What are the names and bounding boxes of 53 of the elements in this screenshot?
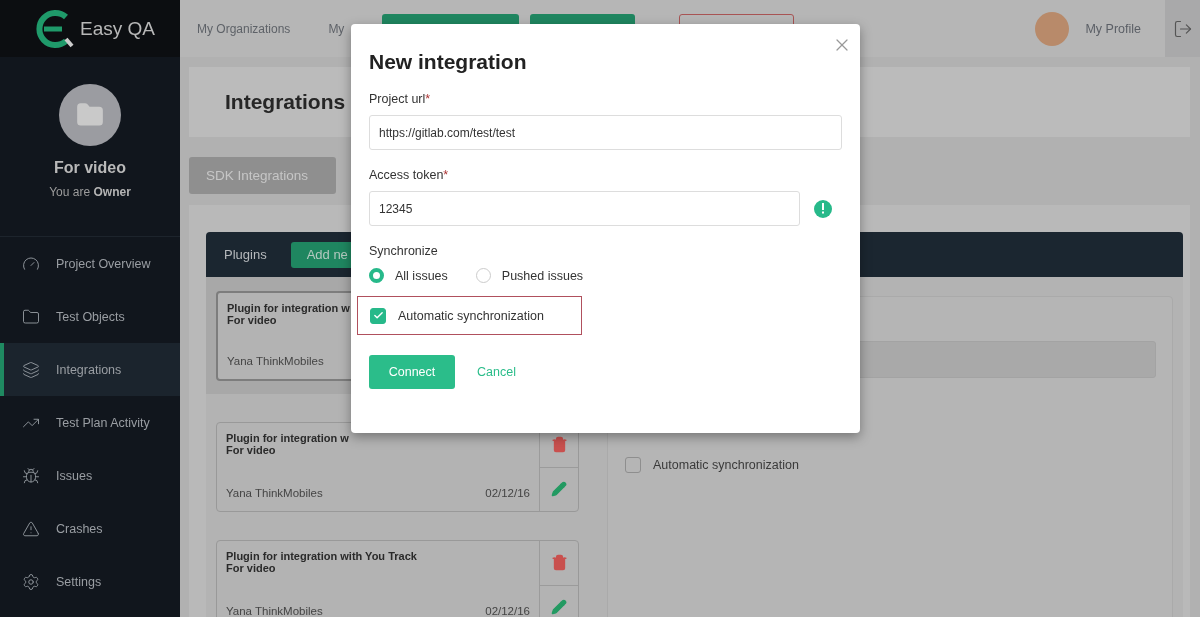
nav-item[interactable]: Test Objects xyxy=(0,290,180,343)
radio-button[interactable] xyxy=(369,268,384,283)
folder-icon xyxy=(22,307,40,326)
check-icon xyxy=(372,310,384,321)
plugin-date: 02/12/16 xyxy=(485,487,530,499)
plugin-author: Yana ThinkMobiles xyxy=(226,605,323,617)
plugin-title: Plugin for integration w xyxy=(227,302,350,314)
radio-label: All issues xyxy=(395,268,448,283)
radio-label: Pushed issues xyxy=(501,268,584,283)
bug-icon xyxy=(22,466,40,485)
plugin-date: 02/12/16 xyxy=(485,605,530,617)
warning-icon xyxy=(22,519,40,538)
nav-item[interactable]: Settings xyxy=(0,555,180,608)
trash-icon[interactable] xyxy=(550,554,568,572)
plugin-card[interactable]: Plugin for integration with You Track For video Yana ThinkMobiles 02/12/16 xyxy=(216,540,579,617)
project-role: You are Owner xyxy=(49,185,131,199)
input-field[interactable]: https://gitlab.com/test/test xyxy=(369,115,842,150)
field-label: Access token* xyxy=(369,168,450,182)
logo-text: Easy QA xyxy=(80,17,155,40)
plugin-title: Plugin for integration w xyxy=(226,432,349,444)
pencil-icon[interactable] xyxy=(551,599,567,616)
page-title: Integrations xyxy=(225,90,346,114)
nav-item[interactable]: Integrations xyxy=(0,343,180,396)
input-field[interactable]: 12345 xyxy=(369,191,800,226)
logout-icon xyxy=(1172,18,1193,39)
trash-icon[interactable] xyxy=(550,436,568,454)
plugin-title: Plugin for integration with You Track xyxy=(226,550,417,562)
plugin-project: For video xyxy=(226,562,276,574)
checkbox[interactable] xyxy=(370,307,386,324)
field-label: Project url* xyxy=(369,92,432,106)
plugin-project: For video xyxy=(226,444,276,456)
alert-icon xyxy=(814,199,832,218)
avatar[interactable] xyxy=(1035,11,1070,46)
project-name: For video xyxy=(54,159,126,177)
checkbox[interactable] xyxy=(625,457,641,473)
checkbox-label: Automatic synchronization xyxy=(653,458,799,472)
modal-title: New integration xyxy=(369,50,528,74)
plugin-project: For video xyxy=(227,314,277,326)
nav-item[interactable]: Test Plan Activity xyxy=(0,396,180,449)
plugins-title: Plugins xyxy=(224,247,267,262)
plugin-author: Yana ThinkMobiles xyxy=(226,487,323,499)
sync-label: Synchronize xyxy=(369,244,439,258)
plugin-card[interactable]: Plugin for integration w For video Yana ThinkMobiles 02/12/16 xyxy=(216,422,579,512)
logout-button[interactable] xyxy=(1165,0,1200,57)
gauge-icon xyxy=(22,254,40,273)
pencil-icon[interactable] xyxy=(551,481,567,498)
settings-icon xyxy=(22,572,40,591)
nav-item[interactable]: Project Overview xyxy=(0,237,180,290)
plugin-author: Yana ThinkMobiles xyxy=(227,355,324,367)
layers-icon xyxy=(22,360,40,379)
checkbox-label: Automatic synchronization xyxy=(398,308,544,323)
nav-item[interactable]: Crashes xyxy=(0,502,180,555)
nav-item[interactable]: Issues xyxy=(0,449,180,502)
